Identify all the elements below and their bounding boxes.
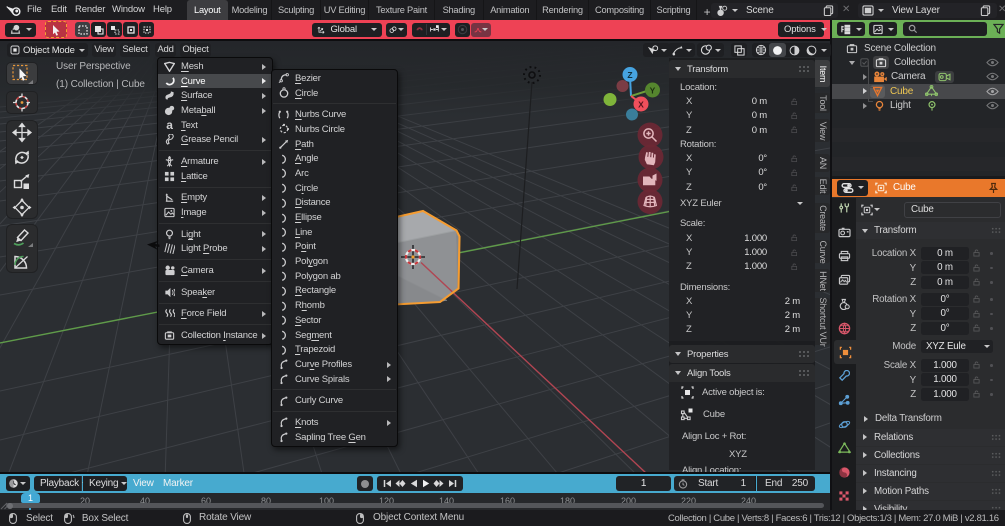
svg-text:X: X xyxy=(638,100,644,110)
svg-text:Y: Y xyxy=(650,86,656,96)
svg-text:Z: Z xyxy=(627,70,632,80)
